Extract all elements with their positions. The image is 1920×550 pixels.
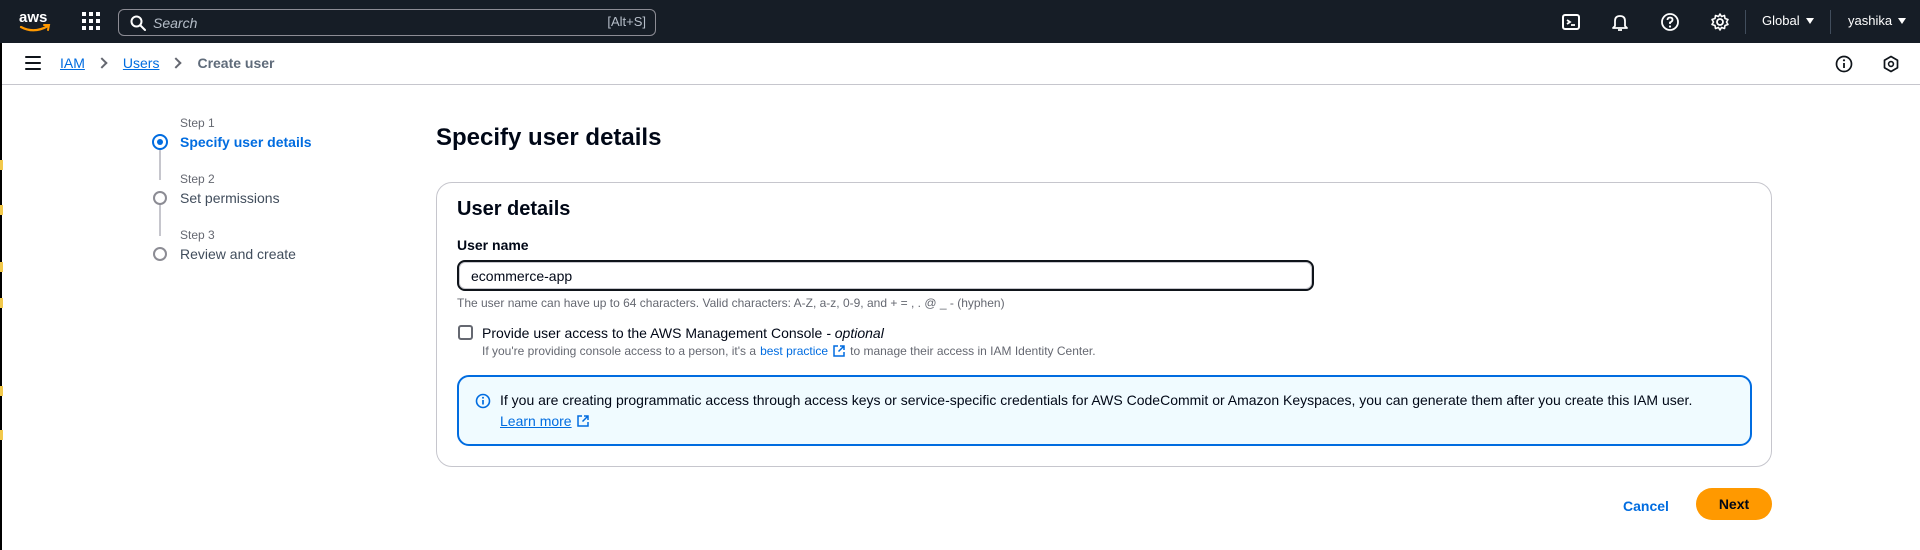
region-selector[interactable]: Global bbox=[1762, 13, 1814, 28]
gear-icon[interactable] bbox=[1710, 12, 1730, 32]
aws-logo[interactable]: aws bbox=[18, 8, 52, 34]
nav-divider bbox=[1830, 10, 1831, 34]
breadcrumb: IAM Users Create user bbox=[60, 55, 275, 71]
console-access-label[interactable]: Provide user access to the AWS Managemen… bbox=[482, 325, 884, 341]
console-access-description: If you're providing console access to a … bbox=[482, 344, 1096, 358]
feedback-icon[interactable] bbox=[1881, 54, 1901, 74]
page-title: Specify user details bbox=[436, 124, 662, 151]
user-name-hint: The user name can have up to 64 characte… bbox=[457, 296, 1005, 310]
console-access-desc-after: to manage their access in IAM Identity C… bbox=[850, 344, 1096, 358]
next-button[interactable]: Next bbox=[1696, 488, 1772, 520]
edge-marker bbox=[0, 298, 3, 308]
external-link-icon bbox=[576, 415, 589, 427]
edge-marker bbox=[0, 160, 3, 170]
console-access-desc-before: If you're providing console access to a … bbox=[482, 344, 757, 358]
search-shortcut-hint: [Alt+S] bbox=[607, 14, 646, 29]
cancel-button[interactable]: Cancel bbox=[1616, 495, 1676, 517]
learn-more-text: Learn more bbox=[500, 413, 572, 429]
step-label: Step 1 bbox=[180, 116, 215, 130]
step-pending-icon bbox=[153, 247, 167, 261]
user-name-input[interactable] bbox=[457, 260, 1314, 291]
console-access-text: Provide user access to the AWS Managemen… bbox=[482, 325, 823, 341]
external-link-icon bbox=[833, 345, 845, 357]
search-bar[interactable]: [Alt+S] bbox=[118, 9, 656, 36]
search-icon bbox=[130, 15, 146, 31]
step-active-icon bbox=[152, 134, 168, 150]
cloudshell-icon[interactable] bbox=[1561, 12, 1581, 32]
alert-text: If you are creating programmatic access … bbox=[500, 392, 1693, 408]
step-title[interactable]: Specify user details bbox=[180, 134, 312, 150]
caret-down-icon bbox=[1898, 17, 1907, 24]
account-menu[interactable]: yashika bbox=[1848, 13, 1907, 28]
caret-down-icon bbox=[1805, 17, 1814, 24]
chevron-right-icon bbox=[170, 57, 183, 69]
region-label: Global bbox=[1762, 13, 1800, 28]
edge-marker bbox=[0, 386, 3, 396]
user-name-label: User name bbox=[457, 237, 529, 253]
step-pending-icon bbox=[153, 191, 167, 205]
top-navigation-bar: aws [Alt+S] bbox=[0, 0, 1920, 43]
breadcrumb-users[interactable]: Users bbox=[123, 55, 160, 71]
step-label: Step 3 bbox=[180, 228, 215, 242]
edge-marker bbox=[0, 262, 3, 272]
console-access-checkbox[interactable] bbox=[458, 325, 473, 340]
window-edge bbox=[0, 43, 2, 550]
help-icon[interactable] bbox=[1660, 12, 1680, 32]
user-details-panel: User details User name The user name can… bbox=[436, 182, 1772, 467]
best-practice-link[interactable]: best practice bbox=[760, 344, 828, 358]
info-icon[interactable] bbox=[1834, 54, 1854, 74]
optional-text: - optional bbox=[826, 325, 884, 341]
menu-icon[interactable] bbox=[25, 56, 41, 70]
bell-icon[interactable] bbox=[1610, 12, 1630, 32]
chevron-right-icon bbox=[96, 57, 108, 69]
nav-divider bbox=[1745, 10, 1746, 34]
info-icon bbox=[475, 393, 491, 409]
aws-logo-text: aws bbox=[19, 9, 47, 26]
step-label: Step 2 bbox=[180, 172, 215, 186]
step-title: Review and create bbox=[180, 246, 296, 262]
edge-marker bbox=[0, 430, 3, 440]
info-alert: If you are creating programmatic access … bbox=[457, 375, 1752, 446]
search-input[interactable] bbox=[153, 13, 553, 32]
breadcrumb-bar: IAM Users Create user bbox=[0, 43, 1920, 85]
services-grid-icon[interactable] bbox=[81, 11, 101, 31]
user-label: yashika bbox=[1848, 13, 1893, 28]
breadcrumb-current: Create user bbox=[197, 55, 275, 71]
step-title: Set permissions bbox=[180, 190, 280, 206]
edge-marker bbox=[0, 205, 3, 215]
breadcrumb-iam[interactable]: IAM bbox=[60, 55, 85, 71]
learn-more-link[interactable]: Learn more bbox=[500, 413, 590, 429]
panel-title: User details bbox=[457, 198, 571, 220]
